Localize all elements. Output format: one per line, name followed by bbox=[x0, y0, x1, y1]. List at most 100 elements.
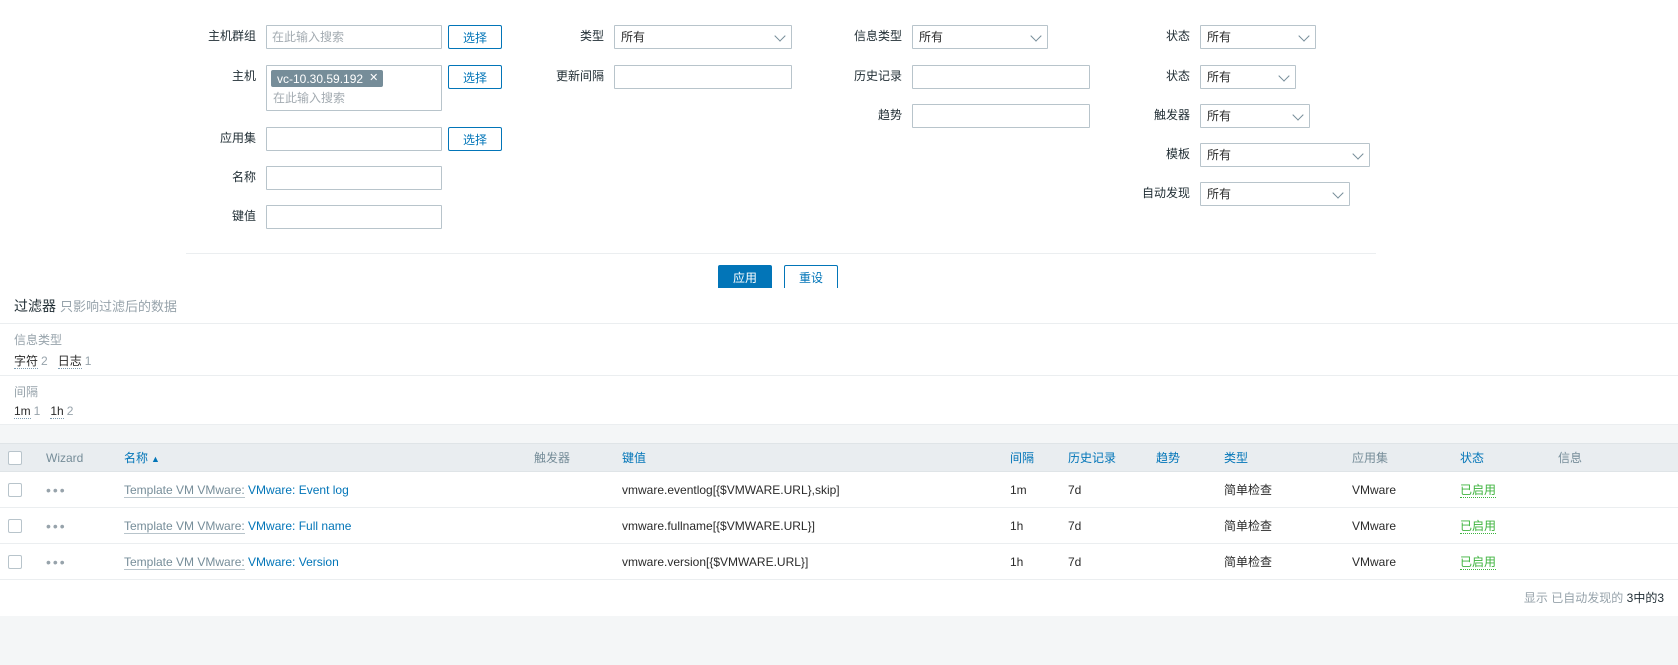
sort-by-key-link[interactable]: 键值 bbox=[622, 451, 646, 465]
label-state: 状态 bbox=[1165, 29, 1190, 43]
template-select-wrap: 所有 bbox=[1200, 143, 1370, 167]
key-input[interactable] bbox=[266, 205, 442, 229]
footer-count: 3中的3 bbox=[1626, 591, 1664, 605]
subfilter-option-log-count: 1 bbox=[84, 354, 92, 368]
items-list-page: 主机群组 选择 主机 vc-10.30.59.192 ✕ 选择 应用集 选择 名… bbox=[0, 0, 1678, 665]
host-chip[interactable]: vc-10.30.59.192 ✕ bbox=[271, 70, 384, 87]
label-host-group: 主机群组 bbox=[207, 29, 256, 43]
item-name-link[interactable]: VMware: Version bbox=[248, 555, 339, 569]
subfilter-option-char[interactable]: 字符 bbox=[14, 354, 39, 369]
template-link[interactable]: Template VM VMware: bbox=[124, 554, 245, 570]
header-applications: 应用集 bbox=[1344, 443, 1452, 472]
row-status-cell: 已启用 bbox=[1452, 543, 1550, 580]
row-wizard-cell: ••• bbox=[38, 471, 116, 508]
row-history-cell: 7d bbox=[1060, 471, 1148, 508]
row-wizard-cell: ••• bbox=[38, 507, 116, 544]
history-input[interactable] bbox=[912, 65, 1090, 89]
trends-input[interactable] bbox=[912, 104, 1090, 128]
table-header-row: Wizard 名称 ▲ 触发器 键值 间隔 历史记录 趋势 类型 应用集 状态 … bbox=[0, 443, 1678, 472]
row-wizard-cell: ••• bbox=[38, 543, 116, 580]
subfilter-option-1h[interactable]: 1h bbox=[50, 404, 64, 419]
status-select-wrap: 所有 bbox=[1200, 65, 1296, 89]
filter-field-state: 状态 所有 bbox=[1130, 25, 1316, 49]
subfilter-option-1m[interactable]: 1m bbox=[14, 404, 31, 419]
subfilter-title-text: 过滤器 bbox=[14, 298, 56, 314]
sort-by-status-link[interactable]: 状态 bbox=[1460, 451, 1484, 465]
row-status-cell: 已启用 bbox=[1452, 507, 1550, 544]
subfilter-group-value-type: 信息类型 字符 2 日志 1 bbox=[0, 324, 1678, 376]
filter-field-history: 历史记录 bbox=[830, 65, 1090, 89]
close-icon[interactable]: ✕ bbox=[369, 73, 378, 84]
application-input[interactable] bbox=[266, 127, 442, 151]
status-select[interactable]: 所有 bbox=[1200, 65, 1296, 89]
subfilter-option-1h-count: 2 bbox=[66, 404, 74, 418]
host-group-input[interactable] bbox=[266, 25, 442, 49]
header-name: 名称 ▲ bbox=[116, 443, 526, 472]
label-template: 模板 bbox=[1165, 147, 1190, 161]
sort-by-interval-link[interactable]: 间隔 bbox=[1010, 451, 1034, 465]
top-strip bbox=[0, 0, 1678, 7]
header-history: 历史记录 bbox=[1060, 443, 1148, 472]
host-search-input[interactable] bbox=[271, 89, 437, 107]
filter-field-host-group: 主机群组 选择 bbox=[186, 25, 502, 49]
row-type-cell: 简单检查 bbox=[1216, 507, 1344, 544]
wizard-menu-icon[interactable]: ••• bbox=[46, 518, 67, 534]
template-link[interactable]: Template VM VMware: bbox=[124, 482, 245, 498]
status-badge[interactable]: 已启用 bbox=[1460, 555, 1497, 570]
row-checkbox-cell bbox=[0, 543, 38, 580]
filter-field-application: 应用集 选择 bbox=[186, 127, 502, 151]
state-select[interactable]: 所有 bbox=[1200, 25, 1316, 49]
sort-ascending-icon: ▲ bbox=[151, 454, 160, 464]
wizard-menu-icon[interactable]: ••• bbox=[46, 554, 67, 570]
type-select[interactable]: 所有 bbox=[614, 25, 792, 49]
header-info: 信息 bbox=[1550, 443, 1678, 472]
sort-by-trends-link[interactable]: 趋势 bbox=[1156, 451, 1180, 465]
host-select-button[interactable]: 选择 bbox=[448, 65, 502, 89]
reset-button[interactable]: 重设 bbox=[784, 265, 839, 290]
row-type-cell: 简单检查 bbox=[1216, 543, 1344, 580]
name-input[interactable] bbox=[266, 166, 442, 190]
row-key-cell: vmware.version[{$VMWARE.URL}] bbox=[614, 543, 1002, 580]
row-name-cell: Template VM VMware: VMware: Version bbox=[116, 543, 526, 580]
subfilter-option-log[interactable]: 日志 bbox=[57, 354, 82, 369]
application-select-button[interactable]: 选择 bbox=[448, 127, 502, 151]
header-key: 键值 bbox=[614, 443, 1002, 472]
subfilter-section: 过滤器 只影响过滤后的数据 信息类型 字符 2 日志 1 间隔 1m 1 1h 2 bbox=[0, 288, 1678, 425]
filter-divider bbox=[186, 253, 1376, 254]
apply-button[interactable]: 应用 bbox=[718, 265, 773, 290]
sort-by-history-link[interactable]: 历史记录 bbox=[1068, 451, 1116, 465]
row-trends-cell bbox=[1148, 507, 1216, 544]
subfilter-option-char-count: 2 bbox=[41, 354, 48, 368]
select-all-checkbox[interactable] bbox=[8, 450, 22, 465]
row-checkbox[interactable] bbox=[8, 518, 22, 533]
sort-by-name-link[interactable]: 名称 ▲ bbox=[124, 451, 160, 465]
row-interval-cell: 1h bbox=[1002, 507, 1060, 544]
item-name-link[interactable]: VMware: Full name bbox=[248, 519, 351, 533]
row-checkbox[interactable] bbox=[8, 554, 22, 569]
host-multiselect[interactable]: vc-10.30.59.192 ✕ bbox=[266, 65, 442, 111]
filter-field-template: 模板 所有 bbox=[1130, 143, 1370, 167]
row-checkbox-cell bbox=[0, 471, 38, 508]
status-badge[interactable]: 已启用 bbox=[1460, 483, 1497, 498]
value-type-select[interactable]: 所有 bbox=[912, 25, 1048, 49]
template-link[interactable]: Template VM VMware: bbox=[124, 518, 245, 534]
template-select[interactable]: 所有 bbox=[1200, 143, 1370, 167]
row-key-cell: vmware.fullname[{$VMWARE.URL}] bbox=[614, 507, 1002, 544]
update-interval-input[interactable] bbox=[614, 65, 792, 89]
sort-by-type-link[interactable]: 类型 bbox=[1224, 451, 1248, 465]
wizard-menu-icon[interactable]: ••• bbox=[46, 482, 67, 498]
subfilter-group-label: 信息类型 bbox=[14, 333, 63, 347]
host-group-select-button[interactable]: 选择 bbox=[448, 25, 502, 49]
subfilter-group-options: 字符 2 日志 1 bbox=[14, 352, 1664, 369]
triggers-select[interactable]: 所有 bbox=[1200, 104, 1310, 128]
items-table-wrap: Wizard 名称 ▲ 触发器 键值 间隔 历史记录 趋势 类型 应用集 状态 … bbox=[0, 443, 1678, 616]
header-select-all bbox=[0, 443, 38, 472]
status-badge[interactable]: 已启用 bbox=[1460, 519, 1497, 534]
discovery-select[interactable]: 所有 bbox=[1200, 182, 1350, 206]
row-checkbox-cell bbox=[0, 507, 38, 544]
table-footer: 显示 已自动发现的 3中的3 bbox=[0, 580, 1678, 616]
filter-field-status: 状态 所有 bbox=[1130, 65, 1296, 89]
item-name-link[interactable]: VMware: Event log bbox=[248, 483, 349, 497]
row-checkbox[interactable] bbox=[8, 482, 22, 497]
row-triggers-cell bbox=[526, 543, 614, 580]
